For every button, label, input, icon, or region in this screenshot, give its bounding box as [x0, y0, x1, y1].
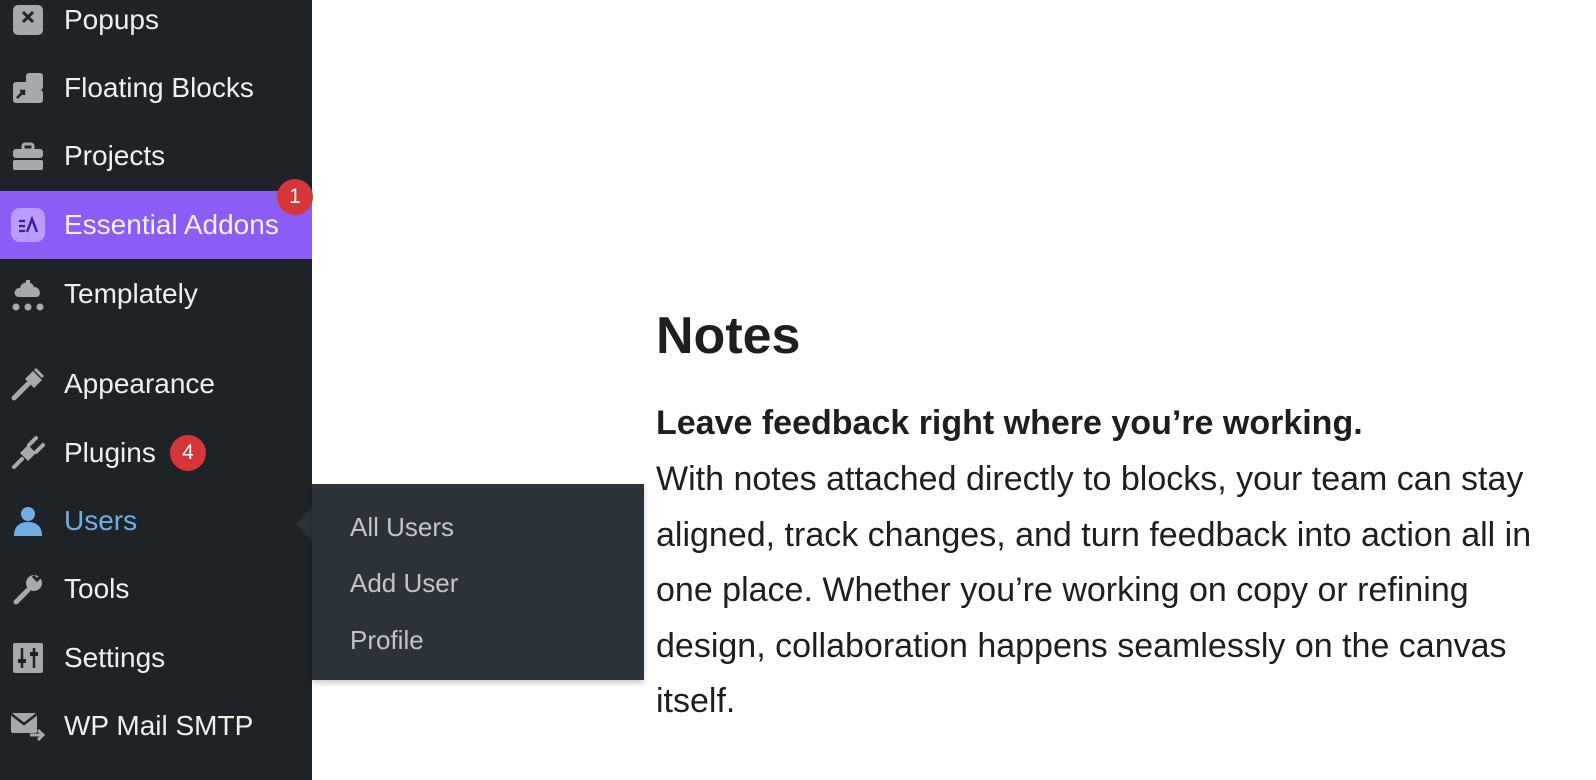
sidebar-item-label: Projects — [64, 140, 166, 171]
sidebar-item-wp-mail-smtp[interactable]: WP Mail SMTP — [0, 692, 312, 760]
sidebar-item-label: Settings — [64, 642, 166, 673]
sidebar-item-label: Plugins — [64, 437, 156, 468]
notes-content: Notes Leave feedback right where you’re … — [656, 300, 1536, 730]
sidebar-item-label: WP Mail SMTP — [64, 710, 254, 741]
sidebar-item-essential-addons[interactable]: Essential Addons 1 — [0, 179, 313, 259]
sidebar-item-label: Appearance — [64, 368, 216, 399]
plug-icon — [10, 435, 46, 471]
page-title: Notes — [656, 307, 801, 365]
update-count-badge: 1 — [277, 179, 313, 215]
wrench-icon — [10, 571, 46, 607]
submenu-item-all-users[interactable]: All Users — [350, 512, 454, 543]
plugin-update-count-badge: 4 — [170, 435, 206, 471]
sidebar-item-settings[interactable]: Settings — [0, 624, 312, 692]
briefcase-icon — [10, 138, 46, 174]
templately-icon — [10, 276, 46, 312]
sidebar-item-users[interactable]: Users — [0, 487, 312, 555]
sidebar-item-label: Floating Blocks — [64, 72, 254, 103]
sidebar-item-label: Essential Addons — [64, 209, 279, 240]
sidebar-item-appearance[interactable]: Appearance — [0, 350, 312, 418]
user-icon — [10, 503, 46, 539]
sliders-icon — [10, 640, 46, 676]
sidebar-item-tools[interactable]: Tools — [0, 555, 312, 623]
sidebar-item-popups[interactable]: Popups — [0, 0, 312, 54]
paintbrush-icon — [10, 366, 46, 402]
mail-send-icon — [10, 708, 46, 744]
notes-body-text: With notes attached directly to blocks, … — [656, 460, 1532, 720]
sidebar-item-plugins[interactable]: Plugins 4 — [0, 419, 312, 487]
sidebar-item-label: Tools — [64, 573, 130, 604]
sidebar-item-templately[interactable]: Templately — [0, 260, 312, 328]
essential-addons-icon — [10, 207, 46, 243]
sidebar-item-label: Templately — [64, 278, 198, 309]
sidebar-item-projects[interactable]: Projects — [0, 122, 312, 190]
admin-sidebar: Popups Floating Blocks Projects Essentia… — [0, 0, 313, 780]
sidebar-item-label: Users — [64, 505, 138, 536]
submenu-pointer-arrow — [296, 508, 312, 540]
submenu-item-add-user[interactable]: Add User — [350, 568, 458, 599]
popup-close-icon — [10, 2, 46, 38]
sidebar-item-label: Popups — [64, 4, 159, 35]
floating-blocks-icon — [10, 70, 46, 106]
submenu-item-profile[interactable]: Profile — [350, 625, 424, 656]
users-submenu: All Users Add User Profile — [312, 484, 644, 680]
sidebar-item-floating-blocks[interactable]: Floating Blocks — [0, 54, 312, 122]
notes-lead-text: Leave feedback right where you’re workin… — [656, 404, 1363, 442]
